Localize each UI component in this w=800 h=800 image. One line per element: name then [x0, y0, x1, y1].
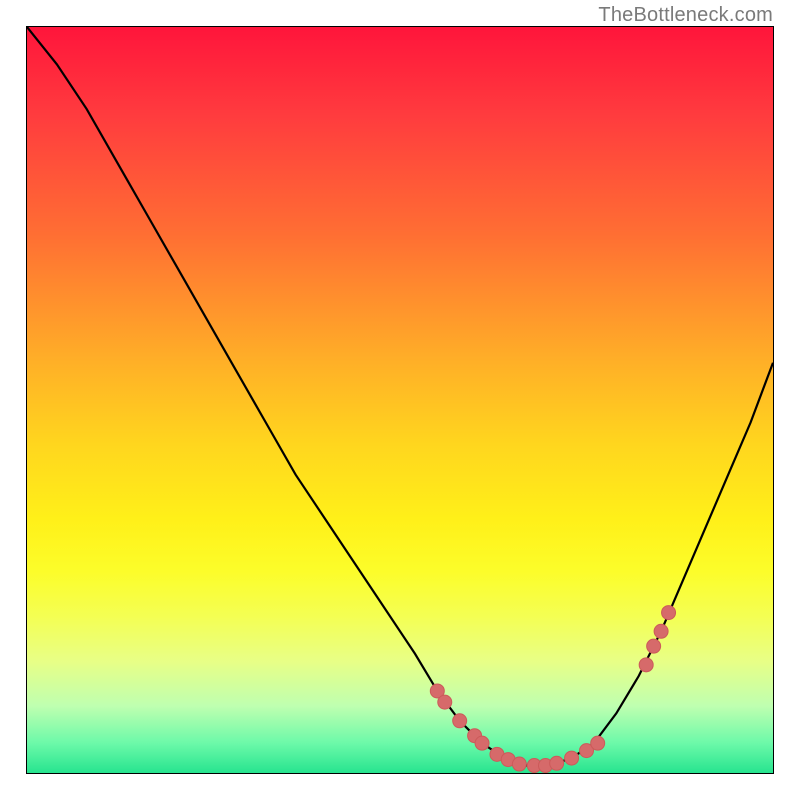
data-marker [475, 736, 489, 750]
chart-svg [27, 27, 773, 773]
data-marker [512, 757, 526, 771]
data-marker [654, 624, 668, 638]
marker-group [430, 606, 675, 773]
chart-container: TheBottleneck.com [0, 0, 800, 800]
data-marker [591, 736, 605, 750]
data-marker [565, 751, 579, 765]
watermark-text: TheBottleneck.com [598, 4, 773, 27]
data-marker [453, 714, 467, 728]
data-marker [639, 658, 653, 672]
data-marker [662, 606, 676, 620]
bottleneck-curve [27, 27, 773, 766]
data-marker [438, 695, 452, 709]
data-marker [550, 756, 564, 770]
data-marker [647, 639, 661, 653]
